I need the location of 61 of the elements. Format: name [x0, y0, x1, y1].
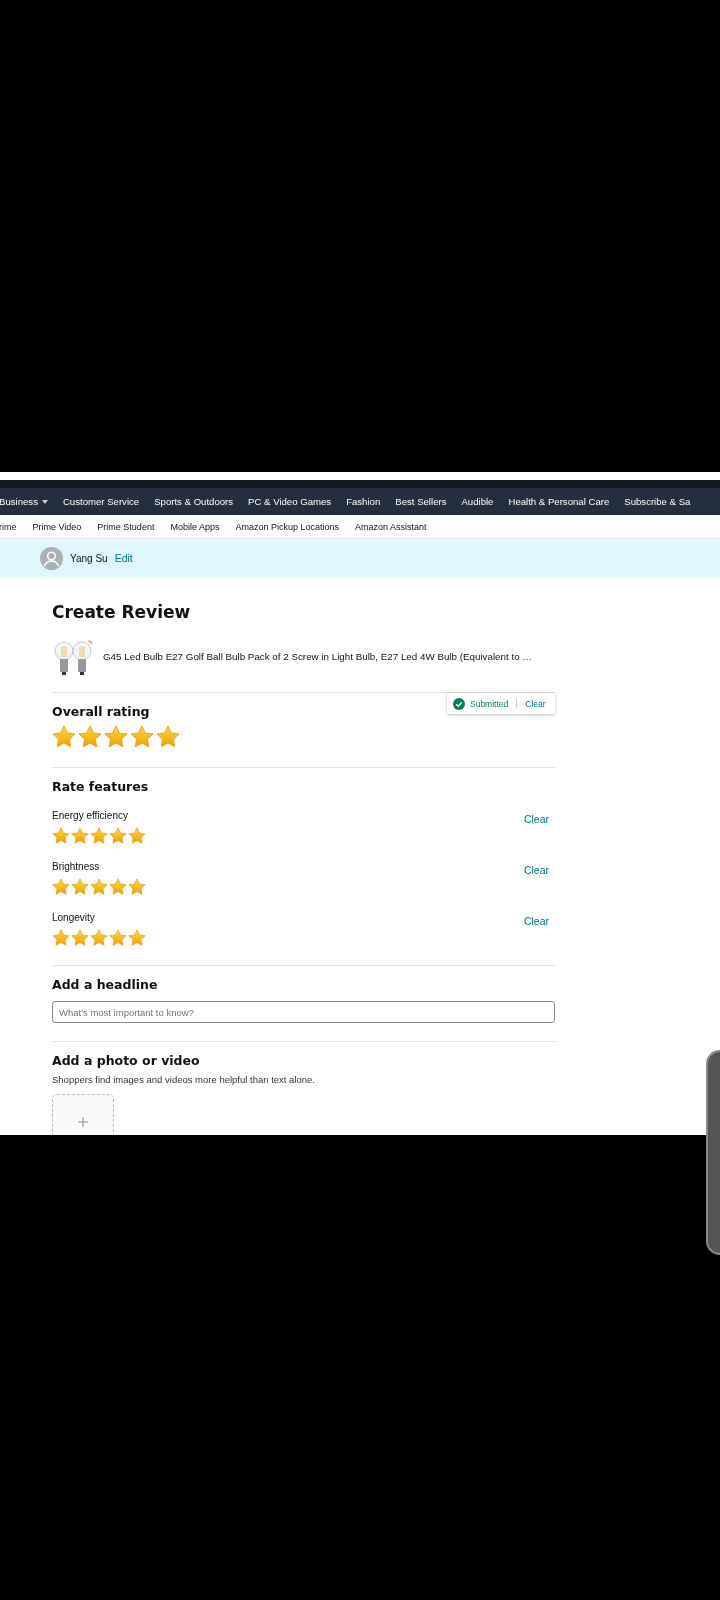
status-text: Submitted: [470, 698, 509, 709]
star-rating[interactable]: [52, 827, 146, 845]
nav-link[interactable]: Business: [0, 496, 48, 507]
star-icon[interactable]: [78, 725, 102, 749]
star-icon[interactable]: [52, 725, 76, 749]
star-icon[interactable]: [90, 878, 108, 896]
plus-icon: [78, 1117, 88, 1127]
nav-link[interactable]: rime: [0, 521, 17, 532]
star-icon[interactable]: [52, 878, 70, 896]
nav-link[interactable]: Fashion: [346, 496, 381, 507]
nav-link[interactable]: Amazon Pickup Locations: [235, 521, 339, 532]
nav-link[interactable]: Amazon Assistant: [355, 521, 427, 532]
star-icon[interactable]: [71, 827, 89, 845]
product-title: G45 Led Bulb E27 Golf Ball Bulb Pack of 2 Screw in Light Bulb, E27 Led 4W Bulb (Equivalent to …: [103, 650, 533, 662]
star-icon[interactable]: [109, 827, 127, 845]
star-icon[interactable]: [128, 929, 146, 947]
clear-link[interactable]: Clear: [523, 813, 549, 825]
nav-link[interactable]: Prime Video: [32, 521, 82, 532]
star-icon[interactable]: [156, 725, 180, 749]
star-icon[interactable]: [90, 827, 108, 845]
star-rating[interactable]: [52, 725, 180, 749]
headline-input[interactable]: What's most important to know?: [52, 1001, 555, 1023]
star-icon[interactable]: [71, 878, 89, 896]
nav-link[interactable]: Customer Service: [62, 496, 140, 507]
feature-label: Longevity: [52, 912, 96, 923]
section-heading: Add a headline: [52, 977, 158, 992]
check-circle-icon: [453, 697, 465, 710]
star-icon[interactable]: [128, 878, 146, 896]
hint-text: Shoppers find images and videos more helpful than text alone.: [52, 1074, 316, 1085]
nav-link[interactable]: Health & Personal Care: [508, 496, 610, 507]
section-heading: Rate features: [52, 779, 149, 794]
star-rating[interactable]: [52, 929, 146, 947]
star-icon[interactable]: [90, 929, 108, 947]
nav-link[interactable]: Mobile Apps: [170, 521, 220, 532]
clear-link[interactable]: Clear: [523, 915, 549, 927]
section-heading: Add a photo or video: [52, 1053, 200, 1068]
nav-link[interactable]: Subscribe & Sa: [624, 496, 691, 507]
nav-link[interactable]: PC & Video Games: [248, 496, 332, 507]
avatar-icon: [40, 546, 63, 570]
user-name: Yang Su: [70, 552, 108, 564]
star-icon[interactable]: [52, 929, 70, 947]
feature-label: Energy efficiency: [52, 810, 129, 821]
caret-icon: [41, 499, 48, 504]
star-icon[interactable]: [130, 725, 154, 749]
nav-link[interactable]: Prime Student: [97, 521, 155, 532]
feature-label: Brightness: [52, 861, 101, 872]
star-icon[interactable]: [109, 878, 127, 896]
nav-link[interactable]: Best Sellers: [395, 496, 447, 507]
star-icon[interactable]: [71, 929, 89, 947]
edit-link[interactable]: Edit: [114, 552, 133, 564]
star-icon[interactable]: [109, 929, 127, 947]
star-icon[interactable]: [104, 725, 128, 749]
nav-link[interactable]: Sports & Outdoors: [154, 496, 234, 507]
nav-link[interactable]: Audible: [461, 496, 494, 507]
section-heading: Overall rating: [52, 704, 150, 719]
clear-link[interactable]: Clear: [525, 698, 546, 709]
clear-link[interactable]: Clear: [523, 864, 549, 876]
star-icon[interactable]: [52, 827, 70, 845]
star-icon[interactable]: [128, 827, 146, 845]
page-title: Create Review: [52, 602, 192, 622]
star-rating[interactable]: [52, 878, 146, 896]
